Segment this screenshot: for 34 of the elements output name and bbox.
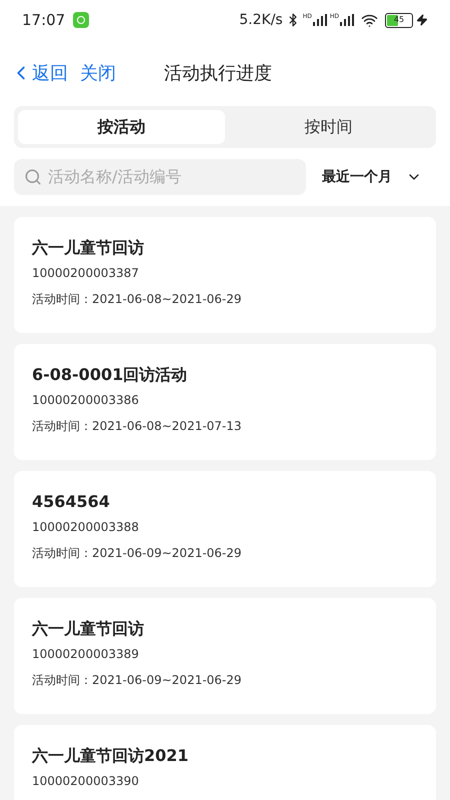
activity-code: 10000200003387 <box>32 265 140 281</box>
activity-code: 10000200003390 <box>32 773 140 789</box>
close-button[interactable]: 关闭 <box>80 60 116 86</box>
back-button[interactable]: 返回 <box>10 60 68 86</box>
activity-period: 活动时间：2021-06-09~2021-06-29 <box>32 545 243 561</box>
activity-card[interactable]: 六一儿童节回访 10000200003389 活动时间：2021-06-09~2021-06-29 <box>14 598 436 714</box>
network-speed: 5.2K/s <box>239 10 283 30</box>
period-dropdown[interactable]: 最近一个月 <box>322 166 422 188</box>
app-notification-icon <box>73 12 90 28</box>
activity-period: 活动时间：2021-06-09~2021-06-29 <box>32 672 243 688</box>
activity-card[interactable]: 六一儿童节回访2021 10000200003390 <box>14 725 436 800</box>
page-title: 活动执行进度 <box>164 62 272 86</box>
signal-icon <box>312 14 327 26</box>
activity-code: 10000200003388 <box>32 519 140 535</box>
charging-icon <box>416 14 428 26</box>
activity-period: 活动时间：2021-06-08~2021-06-29 <box>32 291 243 307</box>
activity-name: 六一儿童节回访 <box>32 618 145 640</box>
activity-code: 10000200003386 <box>32 392 140 408</box>
activity-name: 6-08-0001回访活动 <box>32 364 188 386</box>
activity-card[interactable]: 6-08-0001回访活动 10000200003386 活动时间：2021-06-08~2021-07-13 <box>14 344 436 460</box>
activity-name: 4564564 <box>32 491 111 513</box>
search-icon <box>24 168 42 186</box>
activity-name: 六一儿童节回访 <box>32 237 145 259</box>
activity-card[interactable]: 六一儿童节回访 10000200003387 活动时间：2021-06-08~2021-06-29 <box>14 217 436 333</box>
tab[interactable]: 按时间 <box>225 110 432 144</box>
activity-code: 10000200003389 <box>32 646 140 662</box>
search-field[interactable]: 活动名称/活动编号 <box>14 159 306 195</box>
activity-name: 六一儿童节回访2021 <box>32 745 190 767</box>
tab[interactable]: 按活动 <box>18 110 225 144</box>
search-input[interactable]: 活动名称/活动编号 <box>48 165 296 189</box>
activity-card[interactable]: 4564564 10000200003388 活动时间：2021-06-09~2021-06-29 <box>14 471 436 587</box>
activity-period: 活动时间：2021-06-08~2021-07-13 <box>32 418 243 434</box>
status-time: 17:07 <box>22 10 66 31</box>
signal-icon <box>340 14 354 26</box>
